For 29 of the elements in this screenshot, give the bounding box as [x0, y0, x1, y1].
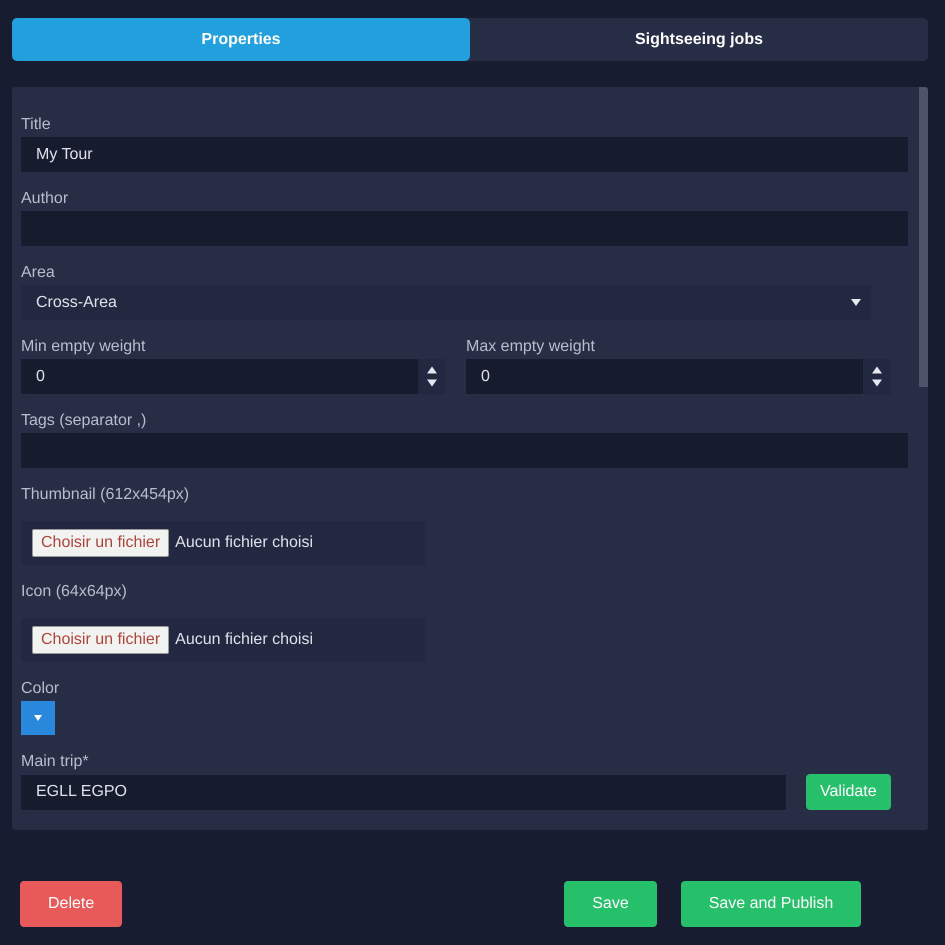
spinner-arrows-icon[interactable] [418, 359, 446, 394]
field-label: Min empty weight [21, 337, 146, 357]
number-field[interactable]: 0 [466, 359, 891, 394]
number-field[interactable]: 0 [21, 359, 446, 394]
text-field[interactable]: EGLL EGPO [21, 774, 786, 810]
field-label: Thumbnail (612x454px) [21, 485, 190, 505]
file-status: Aucun fichier choisi [175, 534, 313, 552]
text-field[interactable]: My Tour [21, 137, 908, 172]
field-label: Title [21, 115, 52, 135]
field-label: Main trip* [21, 752, 90, 772]
field-label: Max empty weight [466, 337, 596, 357]
tab[interactable]: Sightseeing jobs [470, 18, 928, 61]
scrollbar[interactable] [919, 87, 928, 830]
field-label: Color [21, 679, 60, 699]
file-status: Aucun fichier choisi [175, 631, 313, 649]
spinner-arrows-icon[interactable] [863, 359, 891, 394]
area-dropdown[interactable]: Cross-Area [21, 285, 871, 320]
field-label: Icon (64x64px) [21, 582, 128, 602]
field-label: Area [21, 263, 56, 283]
choose-file-button[interactable]: Choisir un fichier [32, 626, 170, 654]
choose-file-button[interactable]: Choisir un fichier [32, 529, 170, 557]
field-label: Author [21, 189, 70, 209]
scrollbar-thumb[interactable] [919, 87, 928, 387]
field-label: Tags (separator ,) [21, 411, 148, 431]
caret-down-icon [34, 715, 42, 721]
caret-down-icon [851, 299, 861, 306]
color-picker[interactable] [21, 701, 55, 735]
file-input[interactable]: Choisir un fichier Aucun fichier choisi [21, 618, 425, 662]
file-input[interactable]: Choisir un fichier Aucun fichier choisi [21, 521, 425, 565]
